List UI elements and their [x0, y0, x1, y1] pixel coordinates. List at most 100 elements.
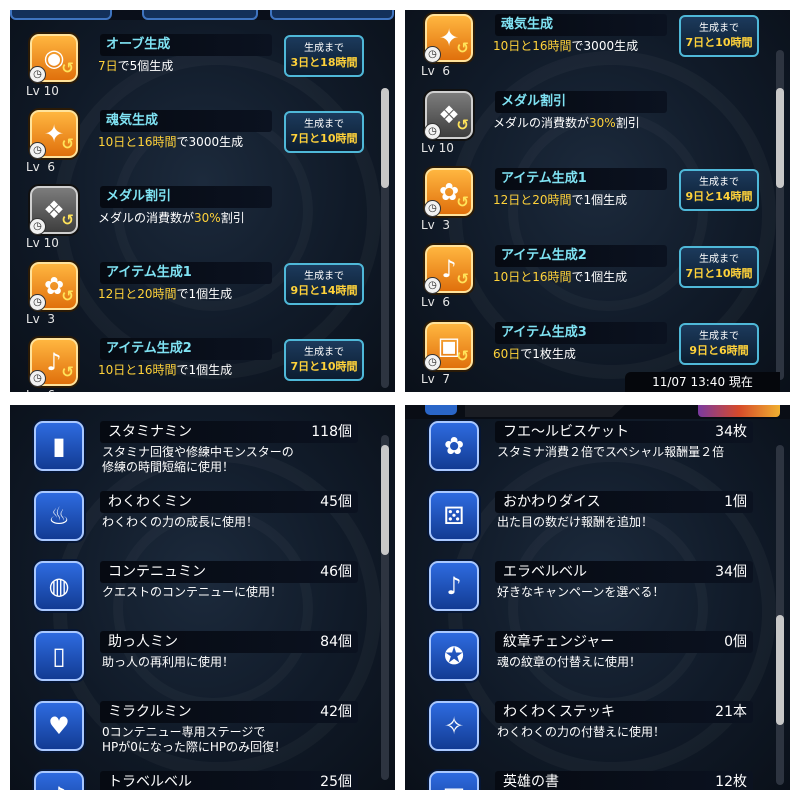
- select-bell-icon: ♪: [429, 561, 479, 611]
- production-row[interactable]: ❖ ◷ ↺ Lv 10 メダル割引 メダルの消費数が30%割引: [10, 186, 380, 256]
- scrollbar[interactable]: [776, 445, 784, 785]
- item-count: 84個: [320, 634, 352, 650]
- scrollbar[interactable]: [776, 50, 784, 380]
- item-name: 紋章チェンジャー: [503, 634, 615, 650]
- item-name: わくわくステッキ: [503, 704, 615, 720]
- item-name-bar: コンテニュミン 46個: [100, 561, 358, 583]
- production-row[interactable]: ✦ ◷ ↺ Lv 6 魂気生成 10日と16時間で3000生成 生成まで 7日と10時間: [10, 110, 380, 180]
- tab-middle[interactable]: [142, 10, 258, 20]
- item-name: スタミナミン: [108, 424, 192, 440]
- timer-value: 3日と18時間: [290, 56, 358, 69]
- icon-glyph: ♪: [446, 572, 462, 600]
- item-name: おかわりダイス: [503, 494, 601, 510]
- production-timer-button[interactable]: 生成まで 7日と10時間: [284, 339, 364, 381]
- item-row[interactable]: ⚄ おかわりダイス 1個 出た目の数だけ報酬を追加！: [405, 491, 775, 553]
- cycle-arrow-icon: ↺: [456, 347, 469, 365]
- timer-value: 9日と6時間: [689, 344, 749, 357]
- item-description: スタミナ消費２倍でスペシャル報酬量２倍: [497, 445, 725, 459]
- scrollbar-thumb[interactable]: [776, 615, 784, 725]
- production-timer-button[interactable]: 生成まで 9日と14時間: [679, 169, 759, 211]
- biscuit-icon: ✿ ◷ ↺: [29, 262, 78, 311]
- back-button[interactable]: [425, 405, 457, 415]
- production-timer-button[interactable]: 生成まで 9日と6時間: [679, 323, 759, 365]
- emblem-changer-icon: ✪: [429, 631, 479, 681]
- tab-left[interactable]: [10, 10, 112, 20]
- item-count: 1個: [724, 494, 747, 510]
- cycle-arrow-icon: ↺: [61, 211, 74, 229]
- production-row[interactable]: ✿ ◷ ↺ Lv 3 アイテム生成1 12日と20時間で1個生成 生成まで 9日と14時間: [405, 168, 775, 238]
- timer-label: 生成まで: [304, 271, 344, 282]
- item-name-bar: 英雄の書 12枚: [495, 771, 753, 790]
- item-row[interactable]: ✪ 紋章チェンジャー 0個 魂の紋章の付替えに使用！: [405, 631, 775, 693]
- scrollbar-thumb[interactable]: [381, 88, 389, 188]
- cycle-arrow-icon: ↺: [456, 39, 469, 57]
- scrollbar-thumb[interactable]: [381, 445, 389, 555]
- production-row[interactable]: ✿ ◷ ↺ Lv 3 アイテム生成1 12日と20時間で1個生成 生成まで 9日と14時間: [10, 262, 380, 332]
- production-timer-button[interactable]: 生成まで 7日と10時間: [679, 246, 759, 288]
- clock-icon: ◷: [424, 200, 441, 217]
- bell-item-icon: ♪ ◷ ↺: [424, 245, 473, 294]
- icon-glyph: ▤: [443, 784, 466, 790]
- card-item-icon: ▣ ◷ ↺: [424, 322, 473, 371]
- item-count: 45個: [320, 494, 352, 510]
- timer-value: 9日と14時間: [685, 190, 753, 203]
- medal-tag-icon: ❖ ◷ ↺: [424, 91, 473, 140]
- production-title: 魂気生成: [501, 17, 554, 32]
- scrollbar-thumb[interactable]: [776, 88, 784, 188]
- item-count: 0個: [724, 634, 747, 650]
- item-row[interactable]: ♥ ミラクルミン 42個 0コンテニュー専用ステージで HPが0になった際にHPのみ回復…: [10, 701, 380, 763]
- production-row[interactable]: ▣ ◷ ↺ Lv 7 アイテム生成3 60日で1枚生成 生成まで 9日と6時間: [405, 322, 775, 392]
- production-title: メダル割引: [106, 189, 172, 204]
- cycle-arrow-icon: ↺: [61, 363, 74, 381]
- production-timer-button[interactable]: 生成まで 7日と10時間: [679, 15, 759, 57]
- tab-right[interactable]: [270, 10, 394, 20]
- item-row[interactable]: ✧ わくわくステッキ 21本わくわくの力の付替えに使用！: [405, 701, 775, 763]
- item-description: スタミナ回復や修練中モンスターの: [102, 445, 294, 459]
- item-row[interactable]: ▮ スタミナミン 118個 スタミナ回復や修練中モンスターの 修練の時間短縮に使用！: [10, 421, 380, 483]
- production-timer-button[interactable]: 生成まで 7日と10時間: [284, 111, 364, 153]
- title-bar: アイテム生成2: [100, 338, 272, 360]
- description-text: で5個生成: [117, 59, 174, 73]
- production-description: 12日と20時間で1個生成: [493, 193, 627, 208]
- item-description: わくわくの力の付替えに使用！: [497, 725, 666, 739]
- item-count: 34個: [715, 564, 747, 580]
- item-row[interactable]: ▤ 英雄の書 12枚: [405, 771, 775, 790]
- production-row[interactable]: ✦ ◷ ↺ Lv 6 魂気生成 10日と16時間で3000生成 生成まで 7日と10時間: [405, 14, 775, 84]
- production-title: メダル割引: [501, 94, 567, 109]
- campaign-banner[interactable]: [698, 405, 780, 417]
- icon-glyph: ♪: [441, 255, 457, 283]
- production-row[interactable]: ◉ ◷ ↺ Lv 10 オーブ生成 7日で5個生成 生成まで 3日と18時間: [10, 34, 380, 104]
- clock-icon: ◷: [29, 142, 46, 159]
- production-timer-button[interactable]: 生成まで 9日と14時間: [284, 263, 364, 305]
- waku-stick-icon: ✧: [429, 701, 479, 751]
- description-text: で1個生成: [571, 270, 628, 284]
- blue-spirit-icon: ✦ ◷ ↺: [29, 110, 78, 159]
- production-row[interactable]: ♪◷ ↺ Lv 6 アイテム生成2 10日と16時間で1個生成 生成まで 7日と10時間: [10, 338, 380, 392]
- item-row[interactable]: ◍ コンテニュミン 46個 クエストのコンテニューに使用！: [10, 561, 380, 623]
- production-row[interactable]: ♪◷ ↺ Lv 6 アイテム生成2 10日と16時間で1個生成 生成まで 7日と10時間: [405, 245, 775, 315]
- level-label: Lv 7: [421, 372, 451, 386]
- title-bar: アイテム生成2: [495, 245, 667, 267]
- description-text: 割引: [615, 116, 640, 130]
- stamina-drink-icon: ▮: [34, 421, 84, 471]
- production-panel-right: ✦ ◷ ↺ Lv 6 魂気生成 10日と16時間で3000生成 生成まで 7日と10時間 ❖ ◷ ↺…: [405, 10, 790, 392]
- clock-icon: ◷: [29, 66, 46, 83]
- scrollbar[interactable]: [381, 88, 389, 388]
- item-name-bar: わくわくステッキ 21本: [495, 701, 753, 723]
- production-row[interactable]: ❖ ◷ ↺ Lv 10 メダル割引 メダルの消費数が30%割引: [405, 91, 775, 161]
- highlight-value: 30%: [194, 211, 221, 225]
- item-row[interactable]: ✿ フエ～ルビスケット 34枚 スタミナ消費２倍でスペシャル報酬量２倍: [405, 421, 775, 483]
- item-row[interactable]: ♨ わくわくミン 45個 わくわくの力の成長に使用！: [10, 491, 380, 553]
- item-description: 0コンテニュー専用ステージで: [102, 725, 266, 739]
- icon-glyph: ▯: [52, 642, 66, 670]
- item-row[interactable]: ▯ 助っ人ミン 84個 助っ人の再利用に使用！: [10, 631, 380, 693]
- timer-value: 7日と10時間: [685, 267, 753, 280]
- item-name: わくわくミン: [108, 494, 192, 510]
- item-row[interactable]: ♪ エラベルベル 34個 好きなキャンペーンを選べる！: [405, 561, 775, 623]
- production-timer-button[interactable]: 生成まで 3日と18時間: [284, 35, 364, 77]
- item-row[interactable]: ♪ トラベルベル 25個: [10, 771, 380, 790]
- bell-item-icon: ♪ ◷ ↺: [29, 338, 78, 387]
- scrollbar[interactable]: [381, 435, 389, 780]
- item-count: 21本: [715, 704, 747, 720]
- item-panel-left: ▮ スタミナミン 118個 スタミナ回復や修練中モンスターの 修練の時間短縮に使用！ ♨ わ…: [10, 405, 395, 790]
